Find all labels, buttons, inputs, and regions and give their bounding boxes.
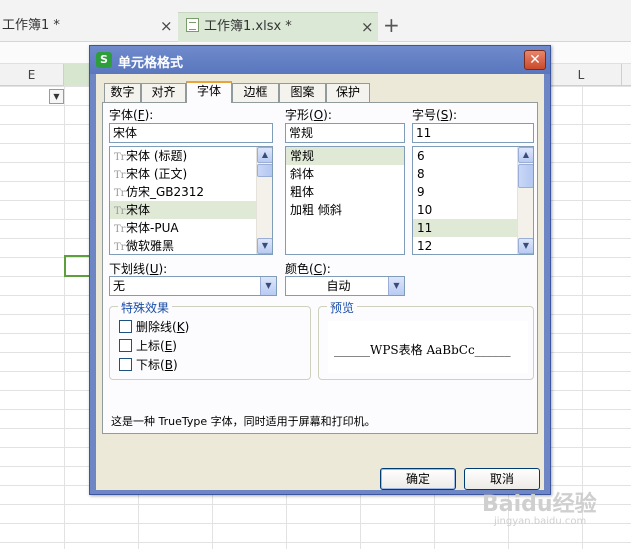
list-item[interactable]: 粗体 <box>286 183 404 201</box>
scroll-up-icon[interactable]: ▲ <box>518 147 533 163</box>
font-tab-page: 字体(F): 宋体 Tr宋体 (标题) Tr宋体 (正文) Tr仿宋_GB231… <box>102 102 538 434</box>
chevron-down-icon[interactable]: ▼ <box>388 277 404 295</box>
list-item[interactable]: Tr宋体 (正文) <box>110 165 272 183</box>
tab-workbook1-close-icon[interactable]: × <box>160 12 173 40</box>
color-label: 颜色(C): <box>285 262 331 276</box>
font-size-list[interactable]: 6 8 9 10 11 12 ▲ ▼ <box>412 146 534 255</box>
preview-text: ______WPS表格 AaBbCc______ <box>334 343 511 357</box>
effects-legend: 特殊效果 <box>118 299 173 316</box>
list-item[interactable]: 10 <box>413 201 533 219</box>
tab-patterns[interactable]: 图案 <box>279 83 326 102</box>
tab-workbook1[interactable]: 工作簿1 * × <box>0 12 176 42</box>
superscript-checkbox[interactable]: 上标(E) <box>119 339 177 355</box>
color-value: 自动 <box>326 279 351 293</box>
preview-group: 预览 ______WPS表格 AaBbCc______ <box>318 299 534 380</box>
format-cells-dialog: S 单元格格式 ✕ 数字 对齐 字体 边框 图案 保护 字体(F): 宋体 Tr… <box>89 45 551 495</box>
scroll-down-icon[interactable]: ▼ <box>518 238 533 254</box>
font-size-input[interactable]: 11 <box>412 123 534 143</box>
subscript-checkbox[interactable]: 下标(B) <box>119 358 178 374</box>
effects-group: 特殊效果 删除线(K) 上标(E) 下标(B) <box>109 299 311 380</box>
ok-button[interactable]: 确定 <box>380 468 456 490</box>
font-style-label: 字形(O): <box>285 108 332 122</box>
color-select[interactable]: 自动 ▼ <box>285 276 405 296</box>
underline-value: 无 <box>113 279 126 293</box>
list-item[interactable]: Tr宋体-PUA <box>110 219 272 237</box>
tab-protection[interactable]: 保护 <box>326 83 370 102</box>
font-size-label: 字号(S): <box>412 108 458 122</box>
scroll-thumb[interactable] <box>518 164 533 188</box>
list-item[interactable]: Tr宋体 (标题) <box>110 147 272 165</box>
list-item[interactable]: 斜体 <box>286 165 404 183</box>
tab-workbook1-xlsx-close-icon[interactable]: × <box>361 13 374 41</box>
wps-app-icon: S <box>96 52 112 68</box>
dialog-close-button[interactable]: ✕ <box>524 50 546 70</box>
scroll-thumb[interactable] <box>257 164 272 177</box>
tab-font[interactable]: 字体 <box>186 81 232 103</box>
checkbox-box[interactable] <box>119 320 132 333</box>
dialog-titlebar[interactable]: S 单元格格式 ✕ <box>90 46 550 74</box>
preview-box: ______WPS表格 AaBbCc______ <box>328 321 528 373</box>
list-item-selected[interactable]: 常规 <box>286 147 404 165</box>
font-style-list[interactable]: 常规 斜体 粗体 加粗 倾斜 <box>285 146 405 255</box>
font-family-list[interactable]: Tr宋体 (标题) Tr宋体 (正文) Tr仿宋_GB2312 Tr宋体 Tr宋… <box>109 146 273 255</box>
size-list-scrollbar[interactable]: ▲ ▼ <box>517 147 533 254</box>
new-tab-plus-icon[interactable]: + <box>383 13 400 37</box>
preview-legend: 预览 <box>327 299 358 316</box>
truetype-icon: Tr <box>114 242 126 253</box>
list-item[interactable]: 9 <box>413 183 533 201</box>
baidu-watermark: Baidu经验 jingyan.baidu.com <box>482 492 597 527</box>
tab-workbook1-label: 工作簿1 * <box>2 18 60 33</box>
dialog-body: 数字 对齐 字体 边框 图案 保护 字体(F): 宋体 Tr宋体 (标题) Tr… <box>96 74 544 490</box>
tab-border[interactable]: 边框 <box>232 83 279 102</box>
list-item[interactable]: 6 <box>413 147 533 165</box>
list-item-selected[interactable]: 11 <box>413 219 533 237</box>
font-family-label: 字体(F): <box>109 108 154 122</box>
dialog-title: 单元格格式 <box>118 56 184 71</box>
list-item[interactable]: 8 <box>413 165 533 183</box>
list-item[interactable]: Tr仿宋_GB2312 <box>110 183 272 201</box>
list-item[interactable]: 加粗 倾斜 <box>286 201 404 219</box>
font-style-input[interactable]: 常规 <box>285 123 405 143</box>
scroll-down-icon[interactable]: ▼ <box>257 238 272 254</box>
tab-workbook1-xlsx-label: 工作簿1.xlsx * <box>204 19 292 34</box>
tab-alignment[interactable]: 对齐 <box>141 83 186 102</box>
list-item[interactable]: 12 <box>413 237 533 254</box>
checkbox-box[interactable] <box>119 358 132 371</box>
column-header-l[interactable]: L <box>540 64 622 86</box>
scroll-up-icon[interactable]: ▲ <box>257 147 272 163</box>
spreadsheet-file-icon <box>186 18 199 32</box>
chevron-down-icon[interactable]: ▼ <box>260 277 276 295</box>
document-tab-bar: 工作簿1 * × 工作簿1.xlsx * × + <box>0 0 631 42</box>
filter-dropdown-icon[interactable]: ▼ <box>49 89 64 104</box>
checkbox-box[interactable] <box>119 339 132 352</box>
font-info-text: 这是一种 TrueType 字体，同时适用于屏幕和打印机。 <box>111 415 376 428</box>
font-list-scrollbar[interactable]: ▲ ▼ <box>256 147 272 254</box>
list-item-selected[interactable]: Tr宋体 <box>110 201 272 219</box>
underline-label: 下划线(U): <box>109 262 168 276</box>
font-family-input[interactable]: 宋体 <box>109 123 273 143</box>
underline-select[interactable]: 无 ▼ <box>109 276 277 296</box>
column-header-e[interactable]: E <box>0 64 64 86</box>
tab-workbook1-xlsx[interactable]: 工作簿1.xlsx * × <box>178 12 378 42</box>
tab-number[interactable]: 数字 <box>104 83 141 102</box>
strikethrough-checkbox[interactable]: 删除线(K) <box>119 320 189 336</box>
list-item[interactable]: Tr微软雅黑 <box>110 237 272 254</box>
